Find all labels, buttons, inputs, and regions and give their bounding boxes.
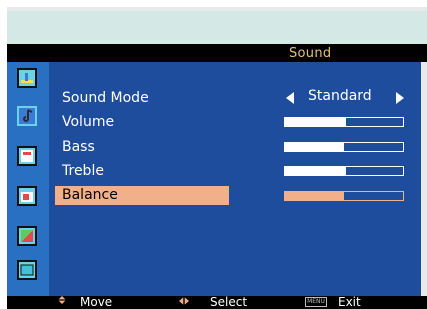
sound-mode-label[interactable]: Sound Mode xyxy=(62,90,149,106)
balance-slider[interactable] xyxy=(284,191,404,201)
left-right-arrow-icon xyxy=(179,297,189,305)
treble-label[interactable]: Treble xyxy=(62,163,104,179)
bass-slider[interactable] xyxy=(284,142,404,152)
screen-icon[interactable] xyxy=(17,260,37,280)
exit-hint: Exit xyxy=(338,295,361,309)
menu-title: Sound xyxy=(289,46,332,61)
channel-icon[interactable] xyxy=(17,186,37,206)
right-arrow-icon[interactable] xyxy=(396,92,404,104)
volume-label[interactable]: Volume xyxy=(62,114,114,130)
balance-fill xyxy=(285,192,344,200)
balance-label[interactable]: Balance xyxy=(62,187,118,203)
title-bar xyxy=(7,44,427,62)
treble-slider[interactable] xyxy=(284,166,404,176)
feature-icon[interactable] xyxy=(17,146,37,166)
picture-icon[interactable] xyxy=(17,68,37,88)
bass-fill xyxy=(285,143,344,151)
sound-icon[interactable] xyxy=(17,106,37,126)
color-icon[interactable] xyxy=(17,226,37,246)
sidebar xyxy=(7,62,49,296)
volume-slider[interactable] xyxy=(284,117,404,127)
treble-fill xyxy=(285,167,347,175)
left-arrow-icon[interactable] xyxy=(286,92,294,104)
move-hint: Move xyxy=(80,295,113,309)
menu-key-icon: MENU xyxy=(305,297,327,307)
top-band xyxy=(7,11,427,44)
up-down-arrow-icon xyxy=(58,296,66,304)
volume-fill xyxy=(285,118,347,126)
bass-label[interactable]: Bass xyxy=(62,139,95,155)
select-hint: Select xyxy=(210,295,248,309)
sound-mode-value: Standard xyxy=(308,88,372,104)
